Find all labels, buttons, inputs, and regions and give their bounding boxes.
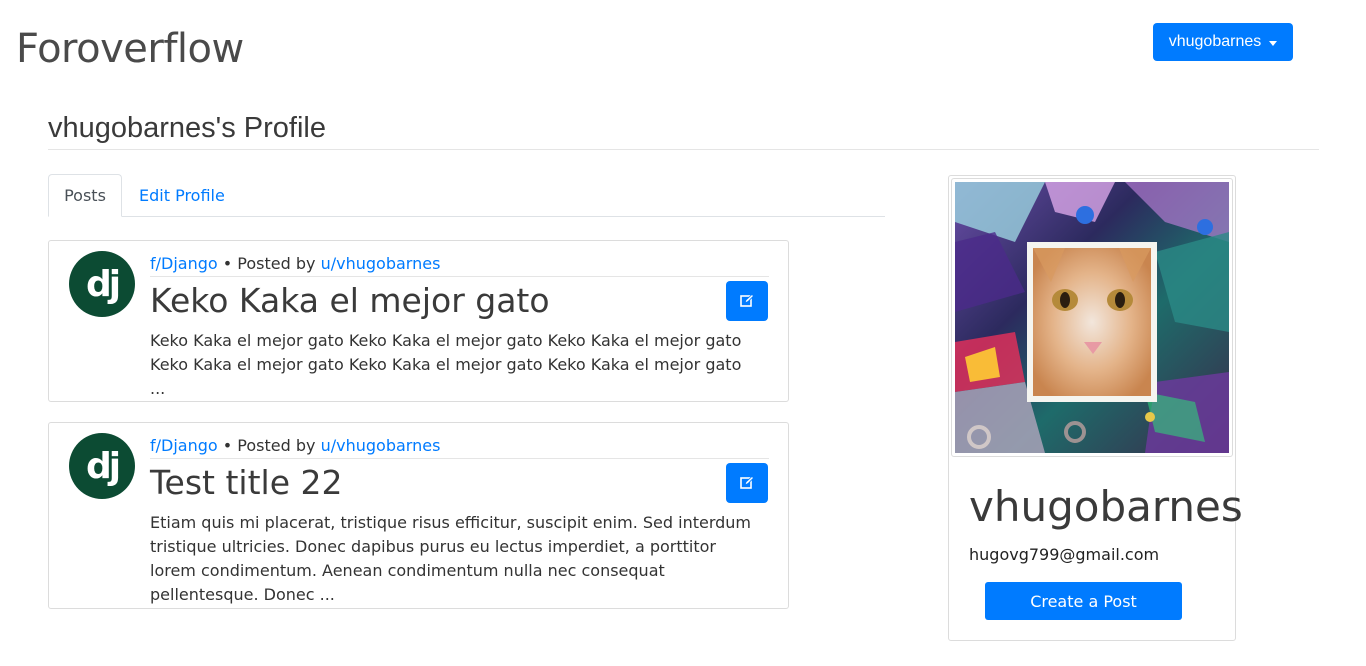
title-divider (48, 149, 1319, 150)
edit-icon (740, 294, 754, 307)
forum-link[interactable]: f/Django (150, 436, 218, 455)
author-link[interactable]: u/vhugobarnes (321, 254, 441, 273)
edit-icon (740, 476, 754, 489)
django-logo-icon: dj (69, 433, 135, 499)
post-title[interactable]: Test title 22 (150, 463, 342, 502)
tab-edit-profile[interactable]: Edit Profile (123, 174, 241, 216)
author-link[interactable]: u/vhugobarnes (321, 436, 441, 455)
page-title: vhugobarnes's Profile (48, 112, 326, 144)
profile-username: vhugobarnes (969, 482, 1243, 531)
user-menu-label: vhugobarnes (1168, 33, 1262, 50)
profile-tabs: Posts Edit Profile (48, 174, 885, 217)
post-meta: f/Django • Posted by u/vhugobarnes (150, 254, 769, 277)
tab-posts[interactable]: Posts (48, 174, 122, 217)
posted-by-text: • Posted by (222, 254, 316, 273)
posted-by-text: • Posted by (222, 436, 316, 455)
post-meta: f/Django • Posted by u/vhugobarnes (150, 436, 769, 459)
post-excerpt: Keko Kaka el mejor gato Keko Kaka el mej… (150, 331, 742, 398)
edit-post-button[interactable] (726, 281, 768, 321)
django-logo-icon: dj (69, 251, 135, 317)
brand-logo-text[interactable]: Foroverflow (16, 26, 244, 72)
post-card: dj f/Django • Posted by u/vhugobarnes Ke… (48, 240, 789, 402)
profile-card: vhugobarnes hugovg799@gmail.com Create a… (948, 175, 1243, 641)
avatar (951, 178, 1233, 457)
edit-post-button[interactable] (726, 463, 768, 503)
user-menu-button[interactable]: vhugobarnes (1153, 23, 1293, 61)
forum-link[interactable]: f/Django (150, 254, 218, 273)
avatar-image (955, 182, 1229, 453)
post-excerpt: Etiam quis mi placerat, tristique risus … (150, 513, 752, 604)
post-title[interactable]: Keko Kaka el mejor gato (150, 281, 550, 320)
caret-down-icon (1269, 40, 1278, 46)
profile-email: hugovg799@gmail.com (969, 545, 1160, 564)
create-post-button[interactable]: Create a Post (985, 582, 1182, 620)
post-card: dj f/Django • Posted by u/vhugobarnes Te… (48, 422, 789, 609)
